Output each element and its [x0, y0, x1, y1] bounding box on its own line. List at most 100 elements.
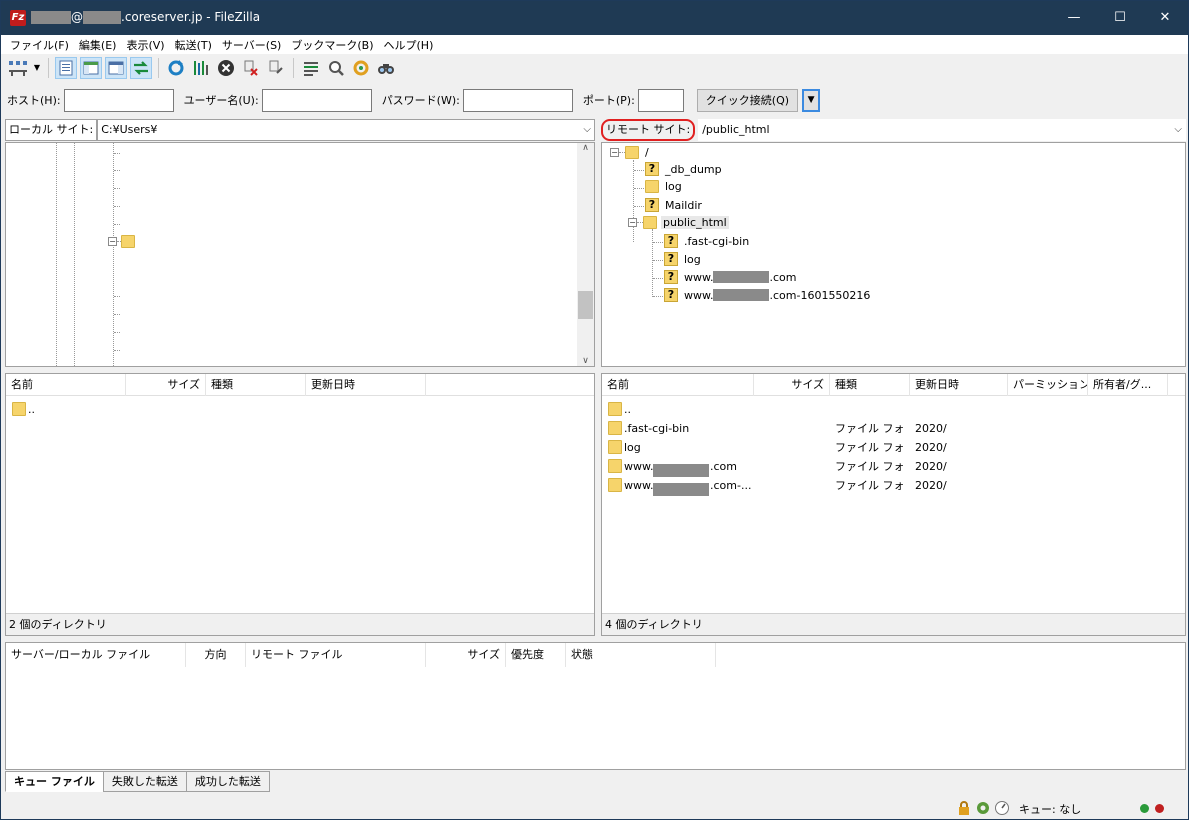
search-icon[interactable]	[375, 57, 397, 79]
chevron-down-icon[interactable]: ⌵	[1174, 120, 1182, 140]
minimize-button[interactable]: —	[1051, 1, 1097, 35]
local-file-list[interactable]: ^ 名前 サイズ 種類 更新日時 .. 2 個のディレクトリ	[5, 373, 595, 636]
cancel-icon[interactable]	[215, 57, 237, 79]
col-permissions[interactable]: パーミッション	[1008, 374, 1088, 396]
menu-bookmarks[interactable]: ブックマーク(B)	[286, 37, 378, 53]
col-type[interactable]: 種類	[830, 374, 910, 396]
file-row[interactable]: log ファイル フォ... 2020/	[602, 438, 1185, 457]
col-modified[interactable]: 更新日時	[910, 374, 1008, 396]
col-priority[interactable]: 優先度	[506, 643, 566, 667]
col-direction[interactable]: 方向	[186, 643, 246, 667]
tree-guide-line	[653, 278, 663, 279]
tree-guide-line	[652, 229, 653, 297]
col-size[interactable]: サイズ	[126, 374, 206, 396]
transfer-queue[interactable]: サーバー/ローカル ファイル 方向 リモート ファイル サイズ 優先度 状態	[5, 642, 1186, 770]
collapse-icon[interactable]: −	[108, 237, 117, 246]
close-button[interactable]: ✕	[1142, 1, 1188, 35]
compare-icon[interactable]	[325, 57, 347, 79]
remote-tree-node-public-html[interactable]: − public_html	[628, 216, 729, 229]
remote-tree-node-db-dump[interactable]: ? _db_dump	[645, 162, 722, 176]
col-remote-file[interactable]: リモート ファイル	[246, 643, 426, 667]
redacted-host	[83, 10, 121, 24]
col-size[interactable]: サイズ	[426, 643, 506, 667]
menu-server[interactable]: サーバー(S)	[217, 37, 286, 53]
toggle-local-tree-icon[interactable]	[80, 57, 102, 79]
menu-edit[interactable]: 編集(E)	[74, 37, 122, 53]
tab-queued-files[interactable]: キュー ファイル	[5, 771, 104, 792]
collapse-icon[interactable]: −	[628, 218, 637, 227]
scroll-down-icon[interactable]: ∨	[577, 356, 594, 366]
file-row[interactable]: ..	[602, 400, 1185, 419]
col-name[interactable]: 名前	[602, 374, 754, 396]
remote-tree-node-log[interactable]: log	[645, 180, 682, 193]
menu-file[interactable]: ファイル(F)	[5, 37, 74, 53]
remote-tree[interactable]: − / ? _db_dump log ? Maildir − public_ht…	[601, 142, 1186, 367]
dropdown-arrow-icon[interactable]: ▼	[32, 57, 42, 79]
local-tree[interactable]: − ∧ ∨	[5, 142, 595, 367]
file-name: log	[624, 441, 641, 454]
username-input[interactable]	[261, 88, 372, 112]
col-modified[interactable]: 更新日時	[306, 374, 426, 396]
remote-tree-node-www-com[interactable]: ? www. .com	[664, 270, 796, 284]
process-queue-icon[interactable]	[190, 57, 212, 79]
quickconnect-dropdown-button[interactable]: ▼	[802, 88, 821, 112]
col-name[interactable]: 名前	[6, 374, 126, 396]
local-path-text: C:¥Users¥	[101, 123, 158, 136]
remote-tree-node-fast-cgi-bin[interactable]: ? .fast-cgi-bin	[664, 234, 749, 248]
col-size[interactable]: サイズ	[754, 374, 830, 396]
remote-tree-node-www-com-backup[interactable]: ? www. .com-1601550216	[664, 288, 870, 302]
file-type: ファイル フォ...	[835, 479, 905, 492]
settings-icon[interactable]	[975, 800, 991, 819]
collapse-icon[interactable]: −	[610, 148, 619, 157]
toggle-message-log-icon[interactable]	[55, 57, 77, 79]
port-input[interactable]	[637, 88, 684, 112]
scroll-up-icon[interactable]: ∧	[577, 143, 594, 153]
host-input[interactable]	[63, 88, 174, 112]
file-row[interactable]: www. .com ファイル フォ... 2020/	[602, 457, 1185, 477]
reconnect-icon[interactable]	[265, 57, 287, 79]
refresh-icon[interactable]	[165, 57, 187, 79]
tree-label-suffix: .com-1601550216	[769, 288, 871, 302]
menu-transfer[interactable]: 転送(T)	[170, 37, 217, 53]
local-status: 2 個のディレクトリ	[6, 613, 594, 635]
remote-file-list[interactable]: ^ 名前 サイズ 種類 更新日時 パーミッション 所有者/グ... .. .fa…	[601, 373, 1186, 636]
file-row[interactable]: www. .com-... ファイル フォ... 2020/	[602, 476, 1185, 497]
toggle-queue-icon[interactable]	[130, 57, 152, 79]
site-manager-icon[interactable]	[7, 57, 29, 79]
col-type[interactable]: 種類	[206, 374, 306, 396]
speed-limit-icon[interactable]	[994, 800, 1010, 819]
port-label: ポート(P):	[582, 94, 635, 107]
local-path-combo[interactable]: C:¥Users¥ ⌵	[97, 119, 595, 141]
directory-filter-icon[interactable]	[300, 57, 322, 79]
file-row[interactable]: .fast-cgi-bin ファイル フォ... 2020/	[602, 419, 1185, 438]
password-input[interactable]	[462, 88, 573, 112]
scrollbar-thumb[interactable]	[578, 291, 593, 319]
redacted-domain	[713, 271, 770, 283]
toggle-remote-tree-icon[interactable]	[105, 57, 127, 79]
remote-path-combo[interactable]: /public_html ⌵	[698, 119, 1186, 141]
col-server-local-file[interactable]: サーバー/ローカル ファイル	[6, 643, 186, 667]
unknown-folder-icon: ?	[645, 198, 659, 212]
tab-failed-transfers[interactable]: 失敗した転送	[102, 771, 187, 792]
remote-tree-node-log-2[interactable]: ? log	[664, 252, 701, 266]
menu-help[interactable]: ヘルプ(H)	[379, 37, 439, 53]
sync-browse-icon[interactable]	[350, 57, 372, 79]
quickconnect-button[interactable]: クイック接続(Q)	[696, 88, 799, 112]
password-label: パスワード(W):	[381, 94, 460, 107]
disconnect-icon[interactable]	[240, 57, 262, 79]
unknown-folder-icon: ?	[645, 162, 659, 176]
col-owner[interactable]: 所有者/グ...	[1088, 374, 1168, 396]
local-tree-scrollbar[interactable]: ∧ ∨	[577, 143, 594, 366]
maximize-button[interactable]: ☐	[1097, 1, 1143, 35]
remote-tree-node-maildir[interactable]: ? Maildir	[645, 198, 702, 212]
window-title: @ .coreserver.jp - FileZilla	[31, 10, 260, 24]
col-status[interactable]: 状態	[566, 643, 716, 667]
remote-tree-root[interactable]: − /	[610, 146, 649, 159]
chevron-down-icon[interactable]: ⌵	[583, 120, 591, 140]
tab-successful-transfers[interactable]: 成功した転送	[185, 771, 270, 792]
local-list-header: ^ 名前 サイズ 種類 更新日時	[6, 374, 594, 396]
file-row[interactable]: ..	[6, 400, 594, 419]
menu-view[interactable]: 表示(V)	[121, 37, 169, 53]
local-tree-node[interactable]: −	[108, 235, 135, 248]
folder-icon	[608, 478, 622, 497]
